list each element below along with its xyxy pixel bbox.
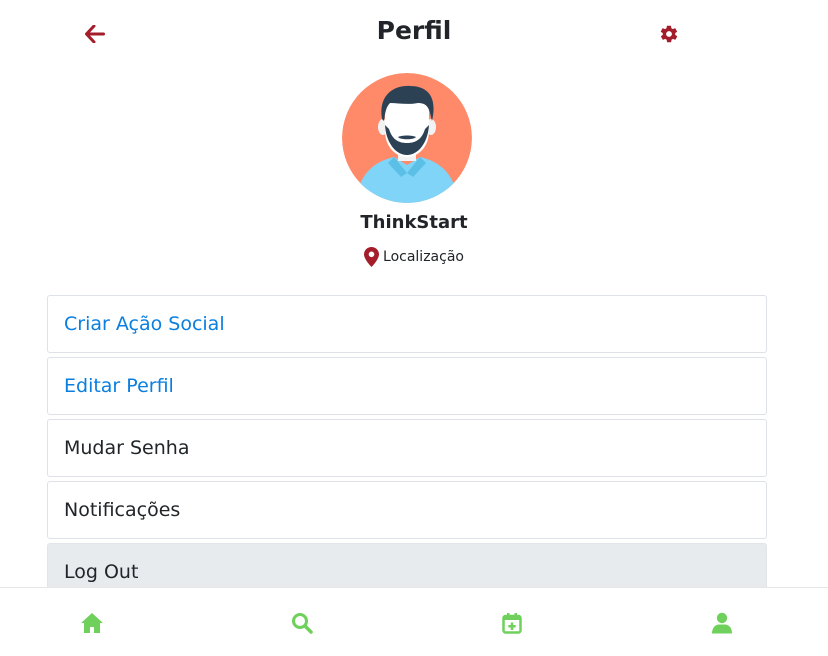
home-icon bbox=[81, 613, 103, 633]
profile-location: Localização bbox=[0, 247, 828, 267]
nav-search-button[interactable] bbox=[289, 610, 315, 636]
avatar[interactable] bbox=[342, 73, 472, 203]
search-icon bbox=[292, 613, 313, 634]
menu-item-criar-acao-social[interactable]: Criar Ação Social bbox=[47, 295, 767, 353]
menu-item-mudar-senha[interactable]: Mudar Senha bbox=[47, 419, 767, 477]
nav-add-event-button[interactable] bbox=[499, 610, 525, 636]
page-title: Perfil bbox=[376, 16, 452, 45]
user-icon bbox=[712, 612, 732, 634]
location-label: Localização bbox=[383, 249, 464, 265]
bottom-navigation bbox=[0, 587, 828, 656]
settings-button[interactable] bbox=[654, 20, 684, 48]
menu-item-notificacoes[interactable]: Notificações bbox=[47, 481, 767, 539]
user-avatar-icon bbox=[342, 73, 472, 203]
menu-item-editar-perfil[interactable]: Editar Perfil bbox=[47, 357, 767, 415]
calendar-plus-icon bbox=[502, 613, 522, 634]
profile-screen: Perfil ThinkStart Localização Criar Ação… bbox=[0, 0, 828, 656]
map-pin-icon bbox=[364, 247, 380, 267]
gear-icon bbox=[660, 25, 678, 43]
profile-menu: Criar Ação Social Editar Perfil Mudar Se… bbox=[47, 295, 767, 605]
nav-home-button[interactable] bbox=[79, 610, 105, 636]
profile-name: ThinkStart bbox=[360, 212, 468, 233]
nav-profile-button[interactable] bbox=[709, 610, 735, 636]
